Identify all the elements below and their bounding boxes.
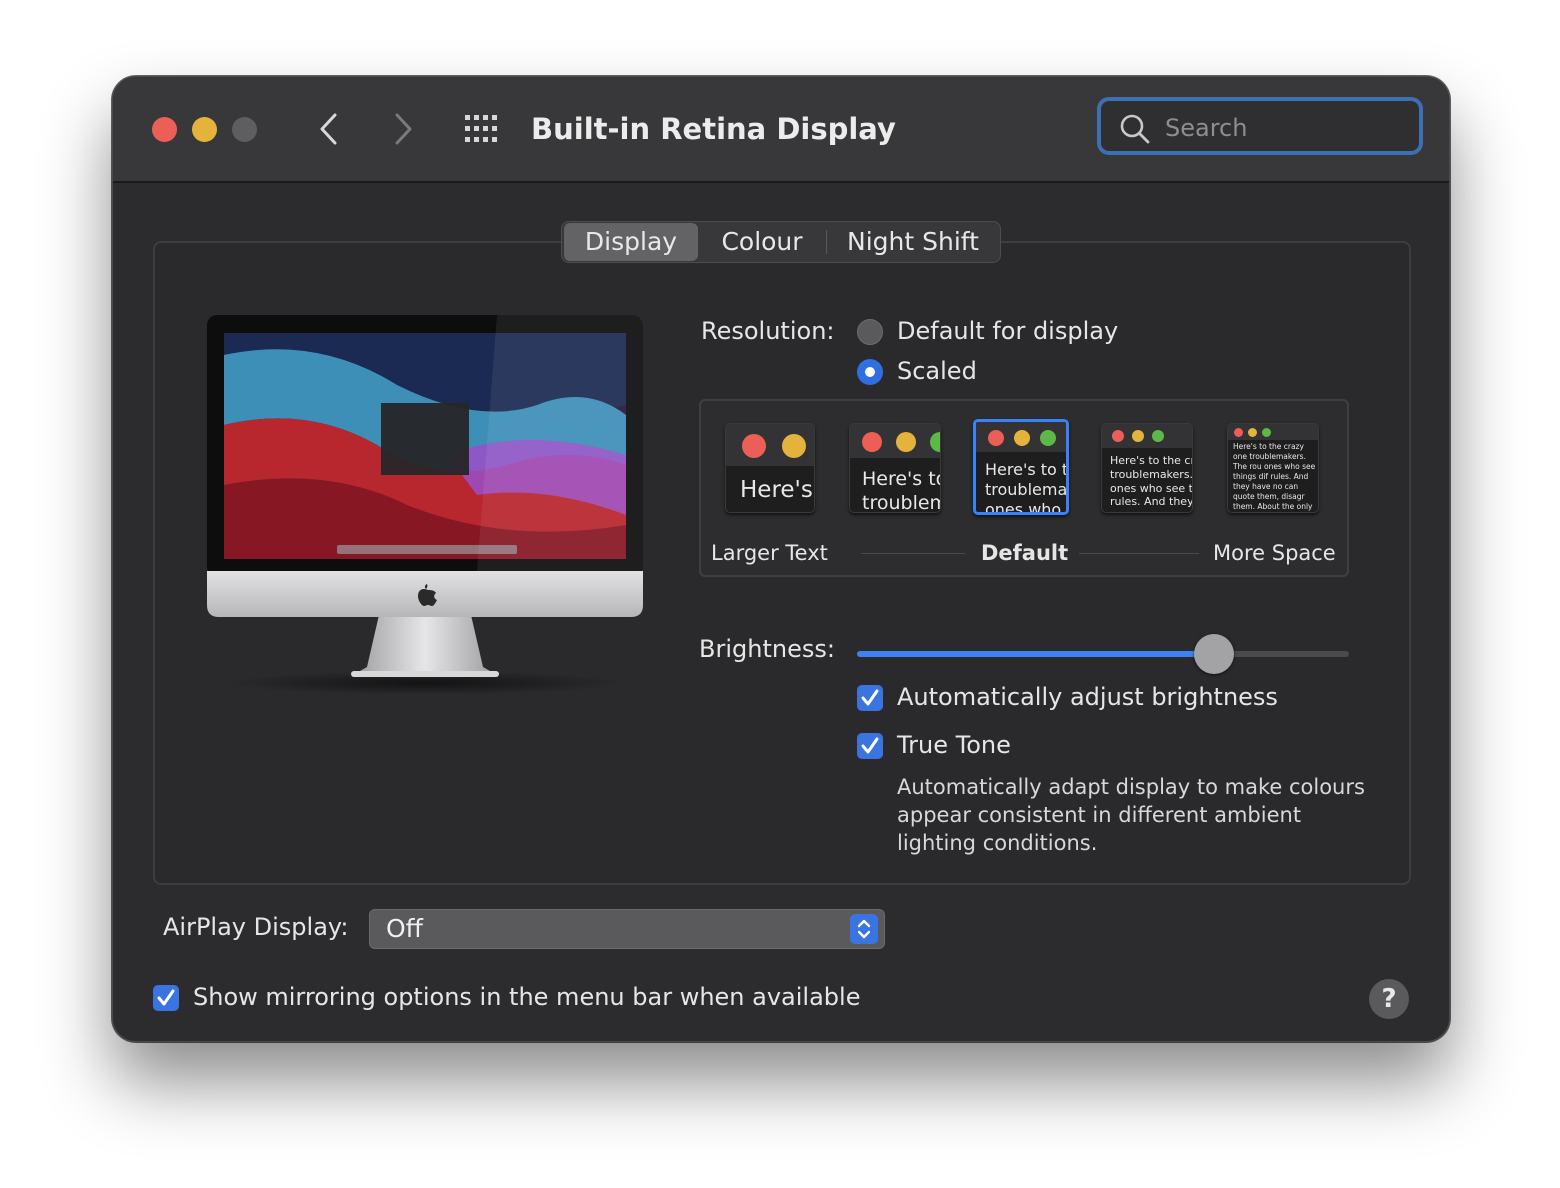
chevron-left-icon: [320, 113, 337, 145]
resolution-label: Resolution:: [701, 317, 835, 345]
scale-divider: [1079, 553, 1199, 554]
red-dot-icon: [742, 434, 766, 458]
mirroring-options-label[interactable]: Show mirroring options in the menu bar w…: [193, 983, 860, 1011]
zoom-button-disabled: [232, 117, 257, 142]
yellow-dot-icon: [1248, 428, 1257, 437]
brightness-slider-knob[interactable]: [1193, 634, 1234, 674]
yellow-dot-icon: [1014, 430, 1030, 446]
auto-brightness-checkbox[interactable]: [857, 685, 883, 711]
airplay-display-value: Off: [386, 914, 423, 943]
brightness-label: Brightness:: [699, 635, 835, 663]
yellow-dot-icon: [782, 434, 806, 458]
airplay-display-label: AirPlay Display:: [163, 913, 349, 941]
airplay-display-select[interactable]: Off: [369, 909, 885, 949]
more-space-label: More Space: [1213, 541, 1336, 565]
scale-divider: [861, 553, 965, 554]
tab-colour[interactable]: Colour: [698, 223, 826, 261]
green-dot-icon: [1040, 430, 1056, 446]
tab-bar: Display Colour Night Shift: [561, 221, 1001, 263]
red-dot-icon: [988, 430, 1004, 446]
close-button[interactable]: [152, 117, 177, 142]
radio-scaled[interactable]: [857, 359, 883, 385]
brightness-slider[interactable]: [857, 634, 1349, 674]
radio-default-for-display[interactable]: [857, 319, 883, 345]
search-icon: [1120, 114, 1150, 144]
select-arrows-icon: [850, 914, 878, 944]
tab-display[interactable]: Display: [564, 223, 698, 261]
grid-icon: [465, 115, 497, 142]
search-input[interactable]: [1163, 109, 1407, 147]
scaled-label[interactable]: Scaled: [897, 357, 977, 385]
scale-option-4[interactable]: Here's to the cr troublemakers. ones who…: [1101, 423, 1193, 513]
default-scale-label: Default: [981, 541, 1069, 565]
checkmark-icon: [861, 689, 879, 706]
back-button[interactable]: [311, 107, 347, 151]
search-field[interactable]: [1097, 97, 1423, 155]
default-for-display-label[interactable]: Default for display: [897, 317, 1118, 345]
window-title: Built-in Retina Display: [531, 112, 896, 146]
scale-option-larger-text[interactable]: Here's: [725, 423, 815, 513]
yellow-dot-icon: [896, 432, 916, 452]
system-preferences-window: Built-in Retina Display Display Colour N…: [112, 76, 1450, 1042]
brightness-slider-fill: [857, 651, 1214, 657]
tab-night-shift[interactable]: Night Shift: [827, 223, 999, 261]
auto-brightness-label[interactable]: Automatically adjust brightness: [897, 683, 1278, 711]
scale-option-default[interactable]: Here's to t troublema ones who: [973, 419, 1069, 515]
checkmark-icon: [861, 737, 879, 754]
scaled-resolution-picker: Here's Here's to troublem Here's to t tr…: [699, 399, 1349, 577]
red-dot-icon: [1234, 428, 1243, 437]
checkmark-icon: [157, 989, 175, 1006]
title-bar: Built-in Retina Display: [113, 77, 1449, 183]
green-dot-icon: [1152, 430, 1164, 442]
red-dot-icon: [1112, 430, 1124, 442]
true-tone-description: Automatically adapt display to make colo…: [897, 775, 1365, 855]
forward-button[interactable]: [385, 107, 421, 151]
minimize-button[interactable]: [192, 117, 217, 142]
scale-option-more-space[interactable]: Here's to the crazy one troublemakers. T…: [1227, 423, 1319, 513]
show-all-button[interactable]: [463, 113, 503, 145]
red-dot-icon: [862, 432, 882, 452]
larger-text-label: Larger Text: [711, 541, 828, 565]
true-tone-label[interactable]: True Tone: [897, 731, 1011, 759]
true-tone-checkbox[interactable]: [857, 733, 883, 759]
mirroring-options-checkbox[interactable]: [153, 985, 179, 1011]
help-button[interactable]: ?: [1369, 979, 1409, 1019]
green-dot-icon: [1262, 428, 1271, 437]
chevron-right-icon: [395, 113, 412, 145]
yellow-dot-icon: [1132, 430, 1144, 442]
imac-illustration: [207, 315, 643, 695]
scale-option-2[interactable]: Here's to troublem: [849, 423, 941, 513]
